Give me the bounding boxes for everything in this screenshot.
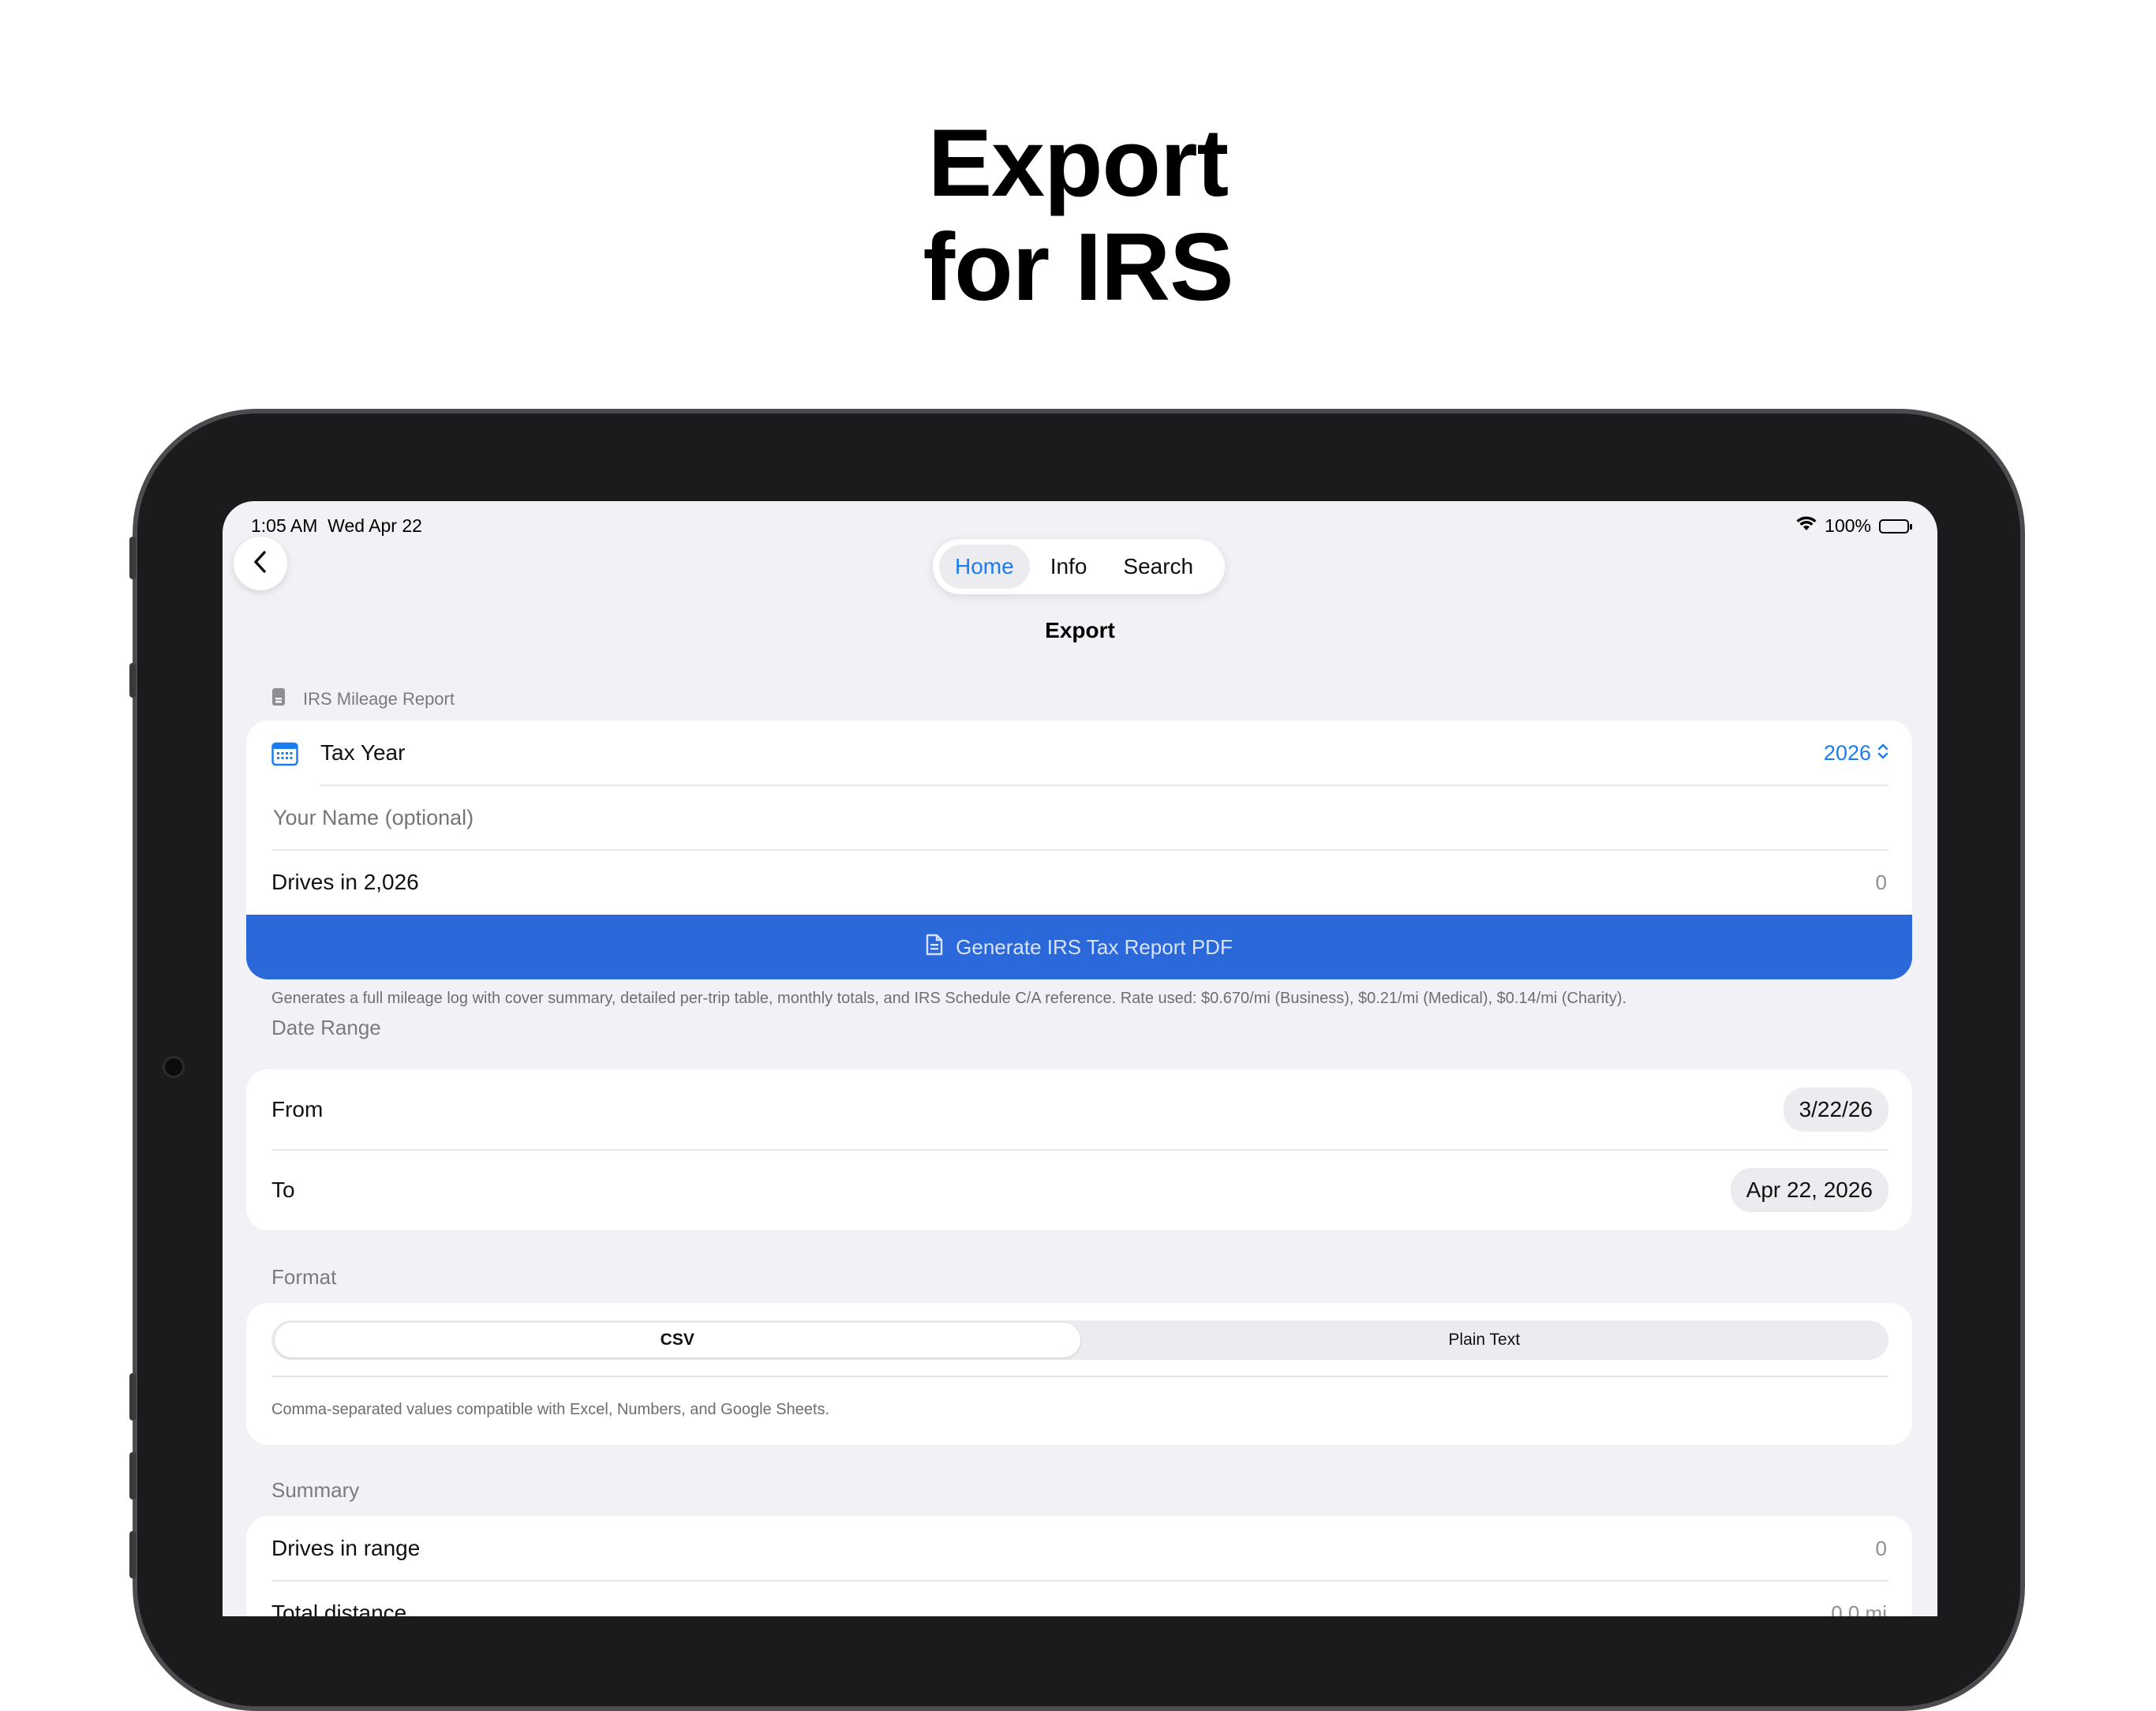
wifi-icon bbox=[1796, 515, 1817, 537]
tax-year-label: Tax Year bbox=[320, 740, 406, 765]
format-description: Comma-separated values compatible with E… bbox=[271, 1401, 830, 1418]
date-range-card: From 3/22/26 To Apr 22, 2026 bbox=[246, 1069, 1912, 1230]
status-time-date: 1:05 AM Wed Apr 22 bbox=[251, 515, 422, 537]
total-distance-label: Total distance bbox=[271, 1601, 407, 1616]
tax-year-picker[interactable]: 2026 bbox=[1824, 741, 1888, 766]
document-icon bbox=[271, 687, 286, 711]
generate-pdf-label: Generate IRS Tax Report PDF bbox=[956, 934, 1233, 959]
drives-in-range-label: Drives in range bbox=[271, 1536, 421, 1560]
headline-line-2: for IRS bbox=[923, 213, 1234, 320]
device-side-button bbox=[129, 1452, 136, 1499]
to-label: To bbox=[271, 1177, 295, 1202]
drives-year-label: Drives in 2,026 bbox=[271, 870, 419, 894]
marketing-headline: Export for IRS bbox=[0, 110, 2156, 319]
battery-icon bbox=[1879, 519, 1912, 534]
page-title: Export bbox=[1045, 618, 1115, 642]
tab-search[interactable]: Search bbox=[1107, 545, 1209, 589]
format-header: Format bbox=[271, 1265, 337, 1289]
name-input[interactable] bbox=[271, 797, 1887, 838]
status-right: 100% bbox=[1796, 515, 1912, 537]
summary-header: Summary bbox=[271, 1478, 360, 1502]
format-option-csv[interactable]: CSV bbox=[275, 1323, 1080, 1357]
irs-report-card: Tax Year 2026 Drives in 2,026 0 bbox=[246, 721, 1912, 915]
drives-year-row: Drives in 2,026 0 bbox=[246, 850, 1912, 915]
back-button[interactable] bbox=[234, 537, 287, 590]
irs-footnote: Generates a full mileage log with cover … bbox=[271, 990, 1627, 1007]
generate-pdf-button[interactable]: Generate IRS Tax Report PDF bbox=[246, 915, 1912, 979]
device-side-button bbox=[129, 1373, 136, 1421]
tab-info[interactable]: Info bbox=[1035, 545, 1103, 589]
chevron-left-icon bbox=[251, 549, 270, 578]
drives-year-value: 0 bbox=[1875, 870, 1887, 894]
front-camera bbox=[163, 1056, 185, 1078]
tax-year-value: 2026 bbox=[1823, 740, 1871, 765]
from-date-picker[interactable]: 3/22/26 bbox=[1783, 1088, 1888, 1132]
tab-home[interactable]: Home bbox=[939, 545, 1030, 589]
format-segmented-control: CSV Plain Text bbox=[271, 1320, 1888, 1360]
irs-section-header: IRS Mileage Report bbox=[271, 687, 455, 711]
device-side-button bbox=[129, 537, 136, 579]
name-row bbox=[246, 785, 1912, 850]
row-divider bbox=[271, 1376, 1888, 1377]
to-row: To Apr 22, 2026 bbox=[246, 1150, 1912, 1230]
from-label: From bbox=[271, 1097, 324, 1121]
device-side-button bbox=[129, 1531, 136, 1578]
date-range-header: Date Range bbox=[271, 1016, 381, 1039]
app-screen: 1:05 AM Wed Apr 22 100% Home Info Search… bbox=[223, 501, 1937, 1616]
summary-card: Drives in range 0 Total distance 0.0 mi bbox=[246, 1516, 1912, 1616]
irs-section-title: IRS Mileage Report bbox=[303, 689, 455, 709]
format-card: CSV Plain Text Comma-separated values co… bbox=[246, 1303, 1912, 1445]
tax-year-row[interactable]: Tax Year 2026 bbox=[246, 721, 1912, 785]
total-distance-row: Total distance 0.0 mi bbox=[246, 1581, 1912, 1616]
top-tab-bar: Home Info Search bbox=[933, 539, 1225, 594]
document-icon bbox=[926, 934, 943, 961]
device-side-button bbox=[129, 663, 136, 698]
battery-percent: 100% bbox=[1825, 515, 1871, 536]
status-date: Wed Apr 22 bbox=[328, 515, 422, 536]
drives-in-range-row: Drives in range 0 bbox=[246, 1516, 1912, 1581]
status-time: 1:05 AM bbox=[251, 515, 318, 536]
format-option-plain-text[interactable]: Plain Text bbox=[1080, 1320, 1889, 1360]
headline-line-1: Export bbox=[927, 109, 1229, 216]
drives-in-range-value: 0 bbox=[1875, 1536, 1887, 1560]
calendar-icon bbox=[271, 741, 298, 770]
total-distance-value: 0.0 mi bbox=[1831, 1601, 1887, 1617]
to-date-picker[interactable]: Apr 22, 2026 bbox=[1730, 1168, 1888, 1212]
from-row: From 3/22/26 bbox=[246, 1069, 1912, 1150]
chevron-up-down-icon bbox=[1877, 741, 1888, 766]
status-bar: 1:05 AM Wed Apr 22 100% bbox=[251, 509, 1912, 537]
